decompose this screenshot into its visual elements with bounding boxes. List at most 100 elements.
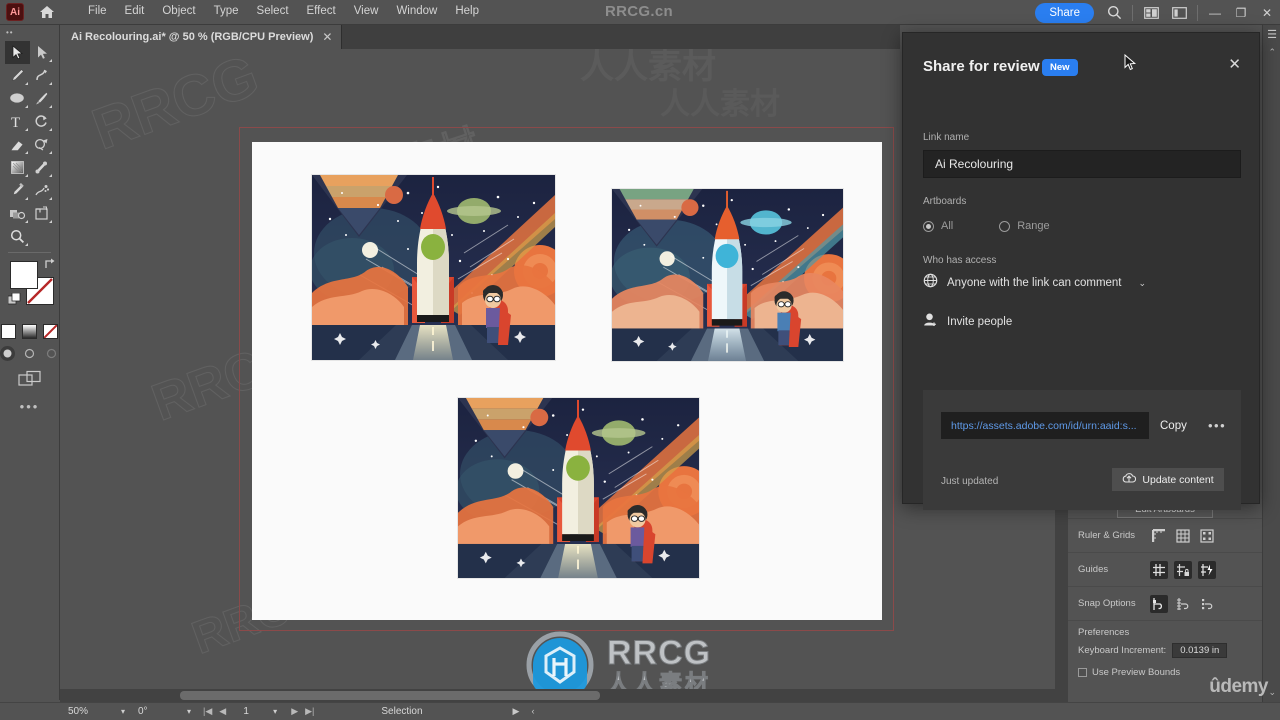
update-content-button[interactable]: Update content [1112,468,1224,491]
copy-link-button[interactable]: Copy [1160,412,1187,439]
link-more-options-button[interactable]: ••• [1208,412,1226,439]
next-artboard-icon[interactable]: ▶ [291,706,298,717]
menu-item-window[interactable]: Window [388,2,445,22]
gradient-mode-button[interactable] [22,324,37,339]
cloud-upload-icon [1122,472,1137,487]
selection-tool[interactable] [5,41,30,64]
first-artboard-icon[interactable]: |◀ [203,706,212,717]
document-tab[interactable]: Ai Recolouring.ai* @ 50 % (RGB/CPU Previ… [60,25,343,49]
rotation-dropdown-icon[interactable]: ▾ [180,707,198,716]
zoom-dropdown-icon[interactable]: ▾ [114,707,132,716]
document-tab-title: Ai Recolouring.ai* @ 50 % (RGB/CPU Previ… [71,31,314,43]
snap-to-pixel-icon[interactable] [1198,595,1216,613]
artboard-dropdown-icon[interactable]: ▾ [266,707,284,716]
gradient-tool[interactable] [5,156,30,179]
show-grid-icon[interactable] [1174,527,1192,545]
share-link-field[interactable]: https://assets.adobe.com/id/urn:aaid:s..… [941,412,1149,439]
menu-item-view[interactable]: View [346,2,387,22]
home-icon[interactable] [32,0,62,25]
menu-item-help[interactable]: Help [447,2,487,22]
chevron-down-icon[interactable]: ⌄ [1139,278,1147,289]
artboards-radio-range[interactable]: Range [999,220,1050,232]
close-icon[interactable]: ✕ [322,31,332,43]
menu-item-type[interactable]: Type [206,2,247,22]
properties-panel: Edit Artboards Ruler & Grids [1068,495,1262,678]
search-icon[interactable] [1100,0,1128,25]
symbol-sprayer-tool[interactable] [30,179,55,202]
scrollbar-thumb[interactable] [180,691,600,700]
current-tool-label[interactable]: Selection [381,706,422,717]
draw-normal-icon[interactable] [0,346,15,361]
snap-to-point-icon[interactable] [1150,594,1168,613]
ellipse-tool[interactable] [5,87,30,110]
workspace-switcher-icon[interactable] [1165,0,1193,25]
link-name-input[interactable]: Ai Recolouring [923,150,1241,178]
zoom-tool[interactable] [5,225,30,248]
snap-to-grid-icon[interactable] [1174,595,1192,613]
width-tool[interactable] [30,156,55,179]
show-guides-icon[interactable] [1150,560,1168,579]
invite-people-button[interactable]: Invite people [923,312,1012,332]
panel-rail[interactable]: ☰ ⌃ ⌄ [1262,25,1280,702]
paintbrush-tool[interactable] [30,87,55,110]
color-mode-button[interactable] [1,324,16,339]
none-mode-button[interactable] [43,324,58,339]
eraser-tool[interactable] [5,133,30,156]
type-tool[interactable]: T [5,110,30,133]
close-icon[interactable]: ✕ [1228,57,1241,72]
share-button[interactable]: Share [1035,2,1094,23]
tool-flyout-indicator [24,243,28,246]
artboard-tool[interactable] [30,202,55,225]
chevron-down-icon[interactable]: ⌄ [1268,687,1276,698]
lock-guides-icon[interactable] [1174,560,1192,579]
blend-tool[interactable] [5,202,30,225]
artboards-radio-all[interactable]: All [923,220,953,232]
draw-behind-icon[interactable] [22,346,37,361]
draw-inside-icon[interactable] [44,346,59,361]
menu-item-file[interactable]: File [80,2,115,22]
previous-artboard-icon[interactable]: ◀ [219,706,226,717]
keyboard-increment-input[interactable]: 0.0139 in [1172,642,1228,658]
artboard-number-input[interactable]: 1 [233,706,259,717]
pen-tool[interactable] [5,64,30,87]
rocket-artwork-original[interactable] [312,175,555,360]
status-menu-icon[interactable]: ▶ [513,706,520,717]
artboard[interactable] [252,142,882,620]
menu-item-select[interactable]: Select [249,2,297,22]
menu-item-effect[interactable]: Effect [299,2,344,22]
rocket-artwork-recolour-green[interactable] [458,398,699,578]
swap-fill-stroke-icon[interactable] [43,257,56,273]
direct-selection-tool[interactable] [30,41,55,64]
rotation-input[interactable]: 0° [132,706,180,717]
rrcg-wordmark: RRCG 人人素材 [606,635,711,695]
fill-swatch[interactable] [10,261,38,289]
status-collapse-icon[interactable]: ‹ [531,706,534,717]
panel-menu-icon[interactable]: ☰ [1267,30,1277,41]
menu-item-object[interactable]: Object [154,2,203,22]
rotate-tool[interactable] [30,110,55,133]
last-artboard-icon[interactable]: ▶| [305,706,314,717]
eyedropper-tool[interactable] [5,179,30,202]
menu-item-edit[interactable]: Edit [117,2,153,22]
artboard-frame [239,127,894,631]
chevron-up-icon[interactable]: ⌃ [1268,47,1276,58]
default-fill-stroke-icon[interactable] [7,292,21,311]
rocket-artwork-recolour-blue[interactable] [612,189,843,361]
close-button[interactable]: ✕ [1254,0,1280,25]
canvas-horizontal-scrollbar[interactable] [60,689,1068,702]
smart-guides-icon[interactable] [1198,560,1216,579]
shape-builder-tool[interactable] [30,133,55,156]
restore-button[interactable]: ❐ [1228,0,1254,25]
screen-mode-button[interactable] [0,370,59,387]
minimize-button[interactable]: — [1202,0,1228,25]
use-preview-bounds-checkbox[interactable] [1078,668,1087,677]
curvature-tool[interactable] [30,64,55,87]
arrange-documents-icon[interactable] [1137,0,1165,25]
edit-toolbar-icon[interactable]: ••• [0,399,59,414]
watermark-top: RRCG.cn [605,3,673,20]
access-dropdown[interactable]: Anyone with the link can comment ⌄ [923,273,1146,293]
show-transparency-grid-icon[interactable] [1198,527,1216,545]
toolbar-grip[interactable]: •• [0,25,59,39]
show-rulers-icon[interactable] [1150,527,1168,545]
zoom-level-input[interactable]: 50% [62,706,114,717]
